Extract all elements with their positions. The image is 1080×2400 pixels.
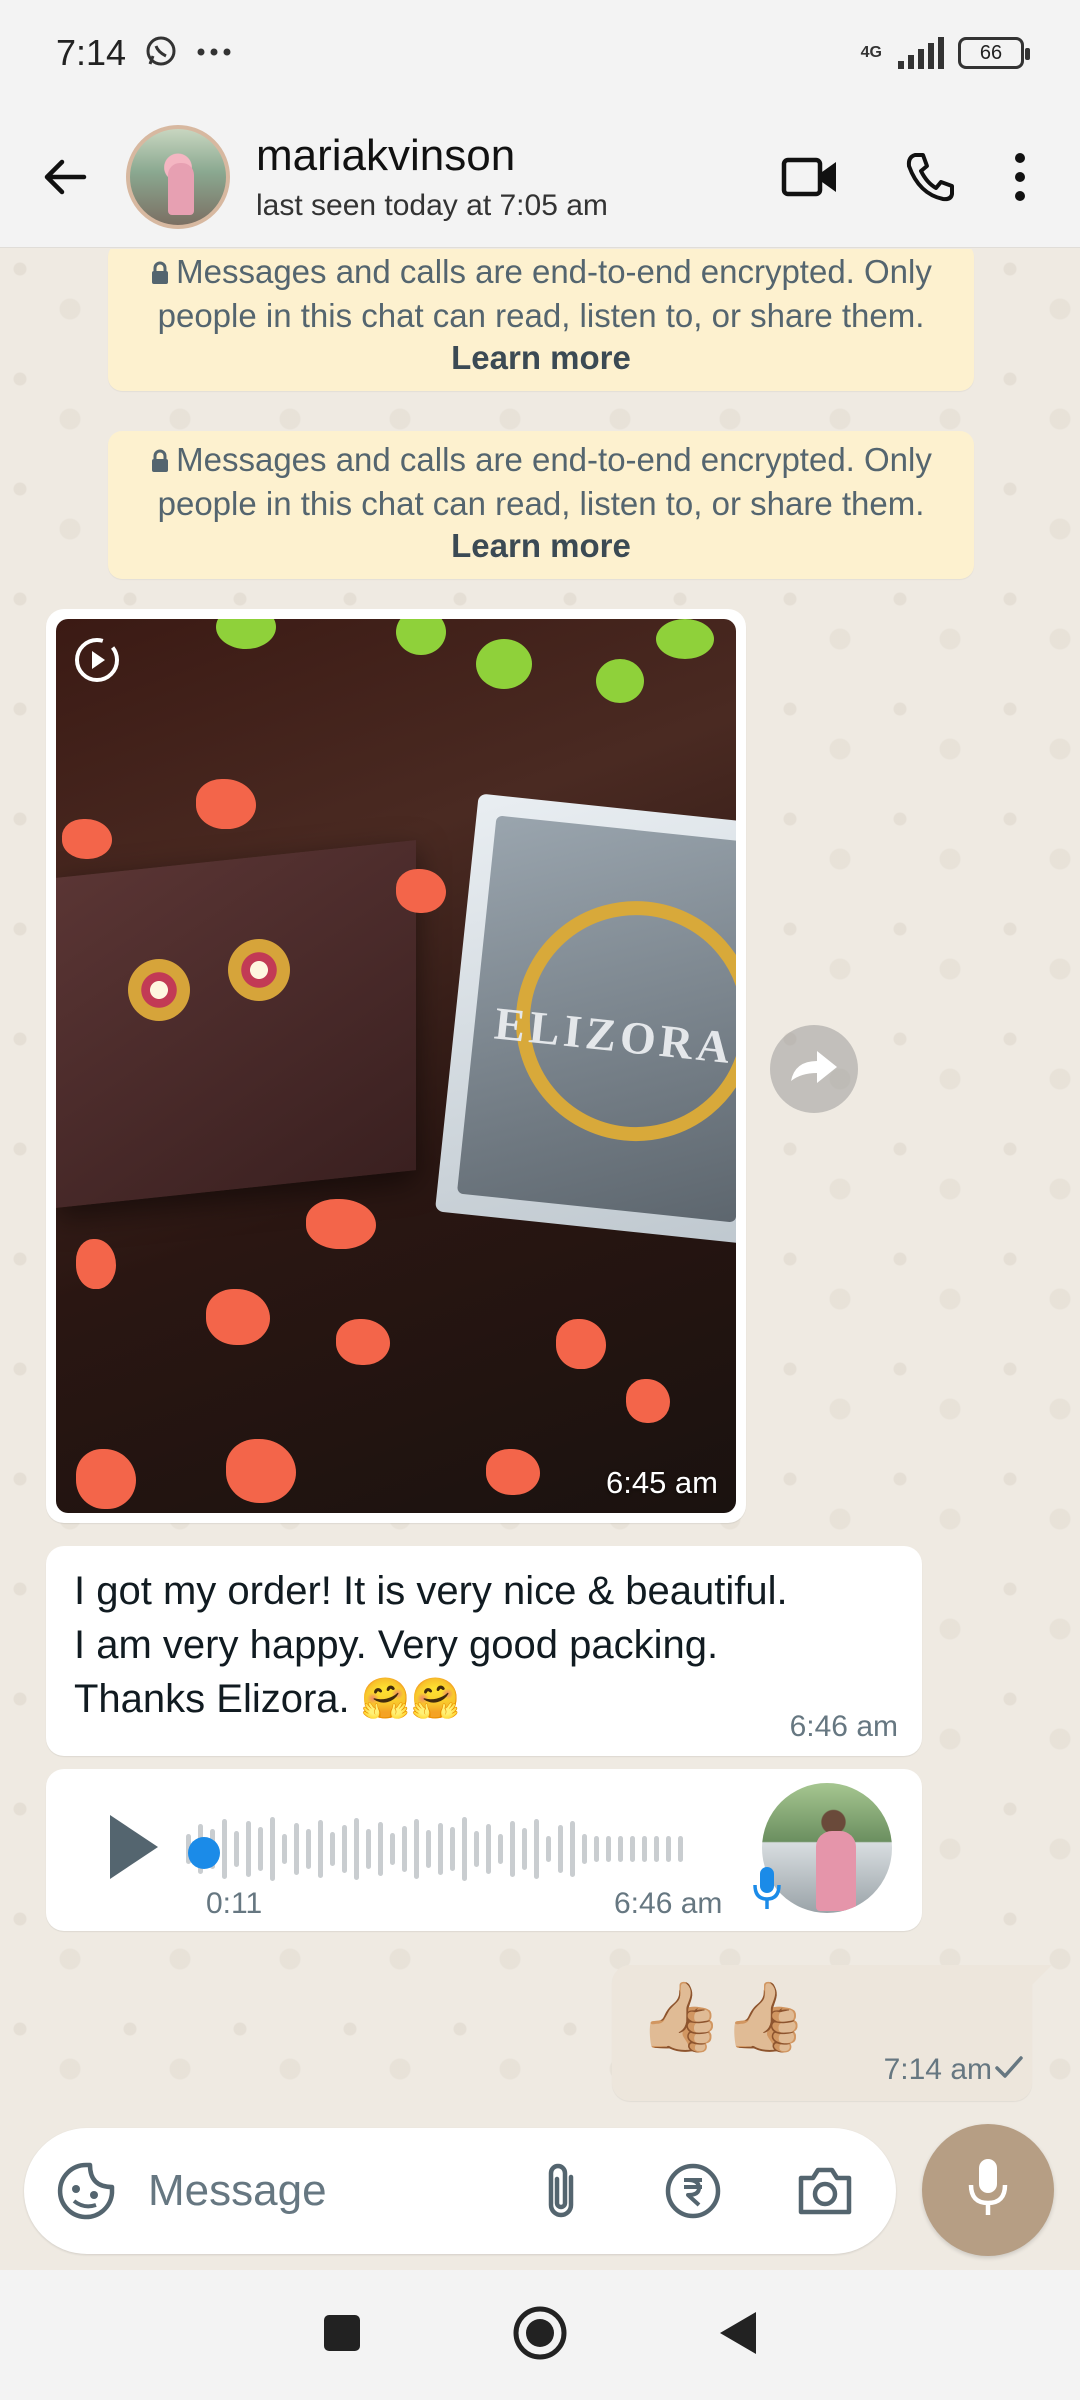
back-triangle-icon[interactable]	[718, 2310, 758, 2361]
back-arrow-icon[interactable]	[40, 152, 90, 202]
sticker-icon[interactable]	[56, 2161, 116, 2221]
chat-header: mariakvinson last seen today at 7:05 am	[0, 106, 1080, 248]
outgoing-message-time: 7:14 am	[883, 2053, 992, 2086]
view-once-timer-icon	[72, 635, 122, 690]
encryption-notice-text: Messages and calls are end-to-end encryp…	[157, 441, 932, 523]
more-vert-icon[interactable]	[990, 127, 1050, 227]
voice-message[interactable]: 0:11 6:46 am	[46, 1769, 922, 1931]
status-bar: 7:14 4G 66	[0, 0, 1080, 106]
rupee-payment-icon[interactable]	[640, 2141, 746, 2241]
encryption-notice[interactable]: Messages and calls are end-to-end encryp…	[108, 431, 974, 580]
message-composer	[24, 2128, 896, 2254]
learn-more-link[interactable]: Learn more	[451, 527, 631, 564]
battery-level: 66	[979, 41, 1003, 64]
contact-name: mariakvinson	[256, 130, 516, 180]
learn-more-link[interactable]: Learn more	[451, 339, 631, 376]
camera-icon[interactable]	[772, 2141, 878, 2241]
message-time: 6:46 am	[789, 1710, 898, 1743]
thumbs-up-emoji: 👍🏼👍🏼	[638, 1979, 808, 2055]
voice-duration: 0:11	[206, 1887, 263, 1920]
contact-info[interactable]: mariakvinson last seen today at 7:05 am	[256, 131, 608, 223]
home-circle-icon[interactable]	[512, 2305, 568, 2366]
attach-icon[interactable]	[508, 2141, 614, 2241]
encryption-notice-text: Messages and calls are end-to-end encryp…	[157, 253, 932, 335]
jewelry-photo[interactable]: ELIZORA 6:45 am	[56, 619, 736, 1513]
play-icon[interactable]	[96, 1807, 166, 1892]
system-nav-bar	[0, 2270, 1080, 2400]
message-text: I got my order! It is very nice & beauti…	[74, 1569, 788, 1721]
lock-icon	[150, 441, 170, 483]
battery-icon: 66	[958, 37, 1030, 69]
voice-waveform[interactable]	[186, 1815, 683, 1883]
image-message[interactable]: ELIZORA 6:45 am	[46, 609, 746, 1523]
whatsapp-icon	[144, 34, 178, 73]
incoming-text-message[interactable]: I got my order! It is very nice & beauti…	[46, 1546, 922, 1756]
contact-avatar[interactable]	[126, 124, 230, 229]
recents-square-icon[interactable]	[322, 2313, 362, 2358]
sent-check-icon	[994, 2054, 1024, 2085]
voice-message-time: 6:46 am	[614, 1887, 723, 1920]
status-time: 7:14	[56, 32, 127, 73]
network-type: 4G	[860, 44, 882, 61]
mic-icon	[966, 2157, 1010, 2224]
forward-button[interactable]	[770, 1025, 858, 1113]
mic-icon	[752, 1865, 782, 1918]
record-voice-button[interactable]	[922, 2124, 1054, 2256]
signal-icon	[898, 37, 944, 69]
image-message-time: 6:45 am	[605, 1465, 718, 1500]
voice-progress-thumb[interactable]	[188, 1837, 220, 1869]
last-seen-status: last seen today at 7:05 am	[256, 188, 608, 222]
chat-area[interactable]: Messages and calls are end-to-end encryp…	[0, 249, 1080, 2119]
outgoing-message[interactable]: 👍🏼👍🏼 7:14 am	[612, 1965, 1052, 2101]
more-dots-icon	[196, 44, 232, 62]
forward-icon	[787, 1047, 841, 1092]
voice-call-icon[interactable]	[870, 127, 990, 227]
encryption-notice[interactable]: Messages and calls are end-to-end encryp…	[108, 249, 974, 392]
video-call-icon[interactable]	[750, 127, 870, 227]
message-input[interactable]	[148, 2166, 508, 2216]
lock-icon	[150, 253, 170, 295]
